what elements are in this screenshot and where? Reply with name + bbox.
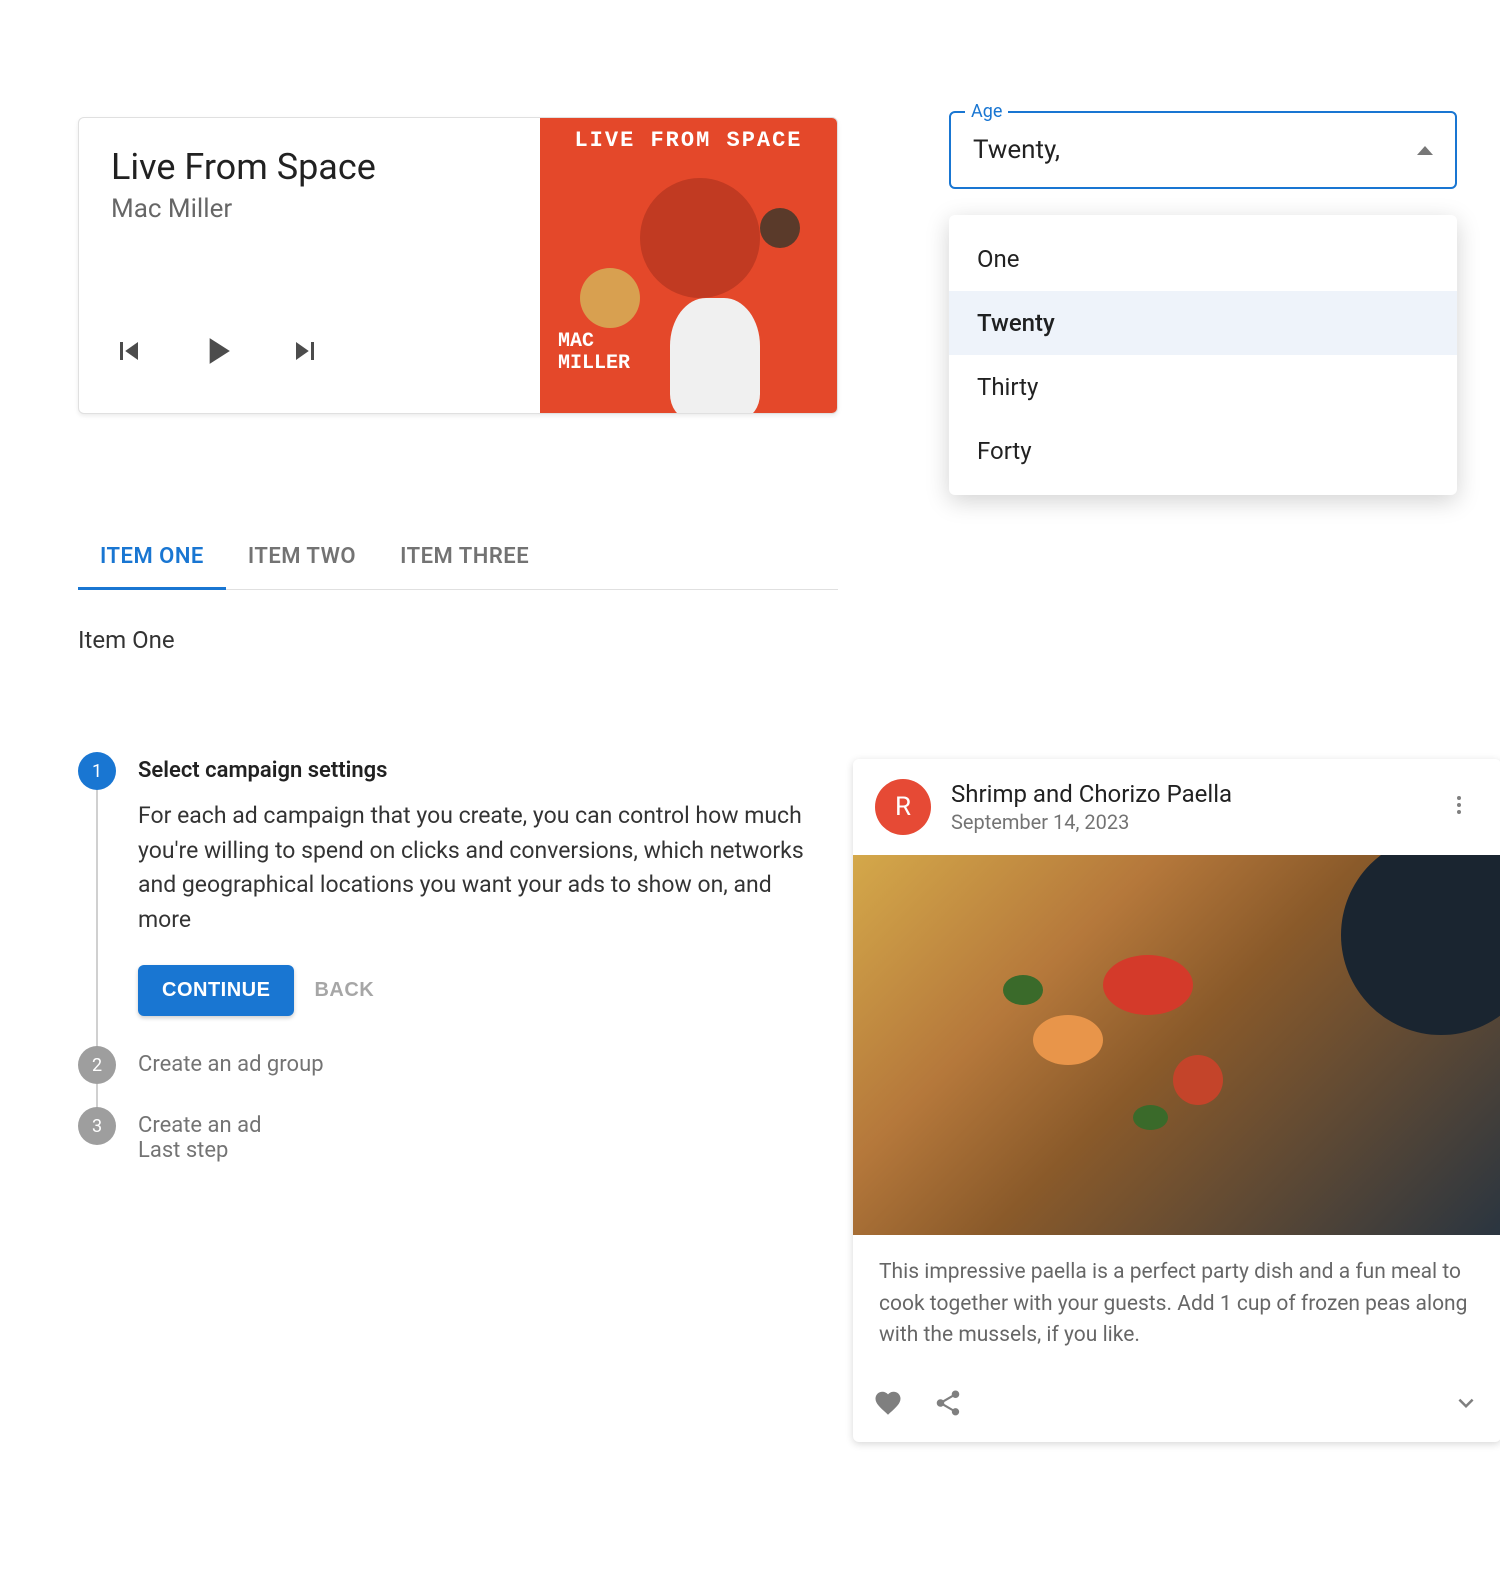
- select-option-twenty[interactable]: Twenty: [949, 291, 1457, 355]
- tabs: ITEM ONE ITEM TWO ITEM THREE Item One: [78, 526, 838, 654]
- back-button[interactable]: BACK: [314, 979, 374, 1002]
- tab-item-two[interactable]: ITEM TWO: [226, 526, 378, 589]
- album-art-title: LIVE FROM SPACE: [540, 128, 837, 153]
- music-card: Live From Space Mac Miller LIVE FROM SPA…: [78, 117, 838, 414]
- album-art: LIVE FROM SPACE MAC MILLER: [540, 118, 837, 414]
- step-1-content: For each ad campaign that you create, yo…: [138, 799, 818, 937]
- tab-panel: Item One: [78, 626, 838, 654]
- stepper: 1 Select campaign settings For each ad c…: [78, 752, 818, 1163]
- heart-icon[interactable]: [873, 1388, 903, 1422]
- step-1: 1 Select campaign settings For each ad c…: [78, 752, 818, 1046]
- select-option-one[interactable]: One: [949, 227, 1457, 291]
- step-1-circle: 1: [78, 752, 116, 790]
- chevron-down-icon[interactable]: [1451, 1388, 1481, 1422]
- more-vert-icon[interactable]: [1439, 785, 1479, 829]
- share-icon[interactable]: [933, 1388, 963, 1422]
- music-controls: [111, 329, 508, 385]
- skip-next-icon[interactable]: [287, 333, 323, 373]
- select-menu: One Twenty Thirty Forty: [949, 215, 1457, 495]
- recipe-actions: [853, 1374, 1500, 1442]
- continue-button[interactable]: CONTINUE: [138, 965, 294, 1016]
- album-art-artist: MAC MILLER: [558, 331, 630, 375]
- tabs-bar: ITEM ONE ITEM TWO ITEM THREE: [78, 526, 838, 590]
- age-select[interactable]: Age Twenty,: [949, 111, 1457, 189]
- step-1-title: Select campaign settings: [138, 752, 818, 783]
- step-3-subtitle: Last step: [138, 1138, 818, 1163]
- select-value: Twenty,: [973, 135, 1060, 165]
- step-3-circle: 3: [78, 1107, 116, 1145]
- music-info: Live From Space Mac Miller: [79, 118, 540, 413]
- select-option-thirty[interactable]: Thirty: [949, 355, 1457, 419]
- recipe-body: This impressive paella is a perfect part…: [853, 1235, 1500, 1374]
- step-connector: [96, 790, 98, 1052]
- music-title: Live From Space: [111, 146, 508, 188]
- tab-item-three[interactable]: ITEM THREE: [378, 526, 551, 589]
- step-2-circle: 2: [78, 1046, 116, 1084]
- skip-previous-icon[interactable]: [111, 333, 147, 373]
- arrow-up-icon: [1417, 146, 1433, 155]
- step-2-title: Create an ad group: [138, 1046, 818, 1077]
- play-icon[interactable]: [195, 329, 239, 377]
- tab-item-one[interactable]: ITEM ONE: [78, 526, 226, 590]
- step-3: 3 Create an ad Last step: [78, 1107, 818, 1163]
- select-option-forty[interactable]: Forty: [949, 419, 1457, 483]
- age-select-wrap: Age Twenty, One Twenty Thirty Forty: [949, 111, 1457, 495]
- recipe-card: R Shrimp and Chorizo Paella September 14…: [853, 759, 1500, 1442]
- recipe-title: Shrimp and Chorizo Paella: [951, 780, 1419, 808]
- recipe-header: R Shrimp and Chorizo Paella September 14…: [853, 759, 1500, 855]
- step-2: 2 Create an ad group: [78, 1046, 818, 1107]
- step-3-title: Create an ad: [138, 1107, 818, 1138]
- recipe-image: [853, 855, 1500, 1235]
- select-label: Age: [965, 101, 1008, 122]
- recipe-date: September 14, 2023: [951, 810, 1419, 834]
- music-artist: Mac Miller: [111, 194, 508, 224]
- avatar: R: [875, 779, 931, 835]
